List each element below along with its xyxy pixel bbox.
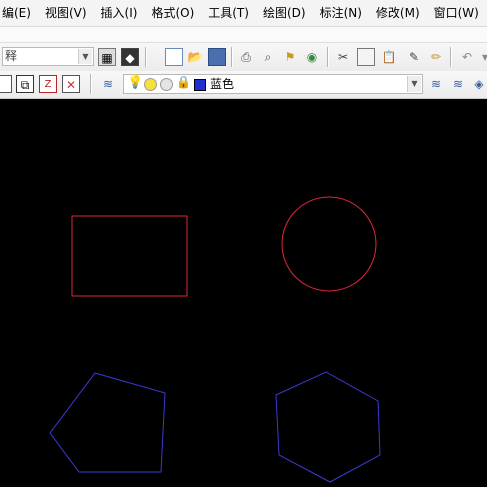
- menu-item[interactable]: 格式(O): [144, 0, 201, 26]
- menu-item[interactable]: 窗口(W): [427, 0, 486, 26]
- lock-icon[interactable]: 🔒: [176, 75, 191, 89]
- layer-translator-icon[interactable]: ◈: [470, 75, 487, 93]
- circle-shape[interactable]: [281, 196, 377, 292]
- menu-item[interactable]: 插入(I): [94, 0, 145, 26]
- color-swatch: [194, 79, 206, 91]
- menu-item[interactable]: 绘图(D): [256, 0, 313, 26]
- toolbar-separator: [145, 47, 147, 67]
- menu-item[interactable]: 工具(T): [201, 0, 256, 26]
- undo-icon[interactable]: ↶: [458, 48, 476, 66]
- pentagon-shape[interactable]: [49, 372, 166, 473]
- layer-previous-icon[interactable]: ≋: [449, 75, 467, 93]
- layer-combo[interactable]: 💡 🔒 蓝色 ▼: [123, 74, 423, 94]
- print-icon[interactable]: ⎙: [237, 48, 255, 66]
- block-editor-icon[interactable]: ✏: [427, 48, 445, 66]
- text-style-combo-value: 释: [5, 49, 18, 63]
- chevron-down-icon[interactable]: ▼: [78, 49, 92, 64]
- print-preview-icon[interactable]: ⌕: [259, 48, 277, 66]
- open-folder-icon[interactable]: 📂: [186, 48, 204, 66]
- web-publish-icon[interactable]: ◉: [303, 48, 321, 66]
- chevron-down-icon[interactable]: ▼: [407, 76, 421, 92]
- cut-icon[interactable]: ✂: [334, 48, 352, 66]
- toolbar-separator: [327, 47, 329, 67]
- toolbar-separator: [90, 74, 92, 94]
- match-properties-icon[interactable]: ✎: [405, 48, 423, 66]
- menu-item[interactable]: 视图(V): [38, 0, 94, 26]
- new-file-icon[interactable]: [165, 48, 183, 66]
- viewport-freeze-icon[interactable]: [160, 78, 173, 91]
- list-icon[interactable]: [0, 75, 12, 93]
- menu-item[interactable]: 编(E): [0, 0, 38, 26]
- layer-manager-icon[interactable]: ≋: [99, 75, 117, 93]
- properties-icon[interactable]: ▦: [98, 48, 116, 66]
- layer-isolate-icon[interactable]: Z: [39, 75, 57, 93]
- standard-toolbar: 释 ▼ ▦ ◆ 📂 ⎙ ⌕ ⚑ ◉ ✂ 📋 ✎ ✏ ↶ ▾: [0, 42, 487, 72]
- drawing-canvas[interactable]: [0, 99, 487, 487]
- drawing-svg: [49, 196, 381, 483]
- lightbulb-icon[interactable]: 💡: [127, 75, 143, 90]
- toolbar-spacer: [0, 27, 487, 42]
- save-icon[interactable]: [208, 48, 226, 66]
- menu-item[interactable]: 标注(N): [313, 0, 369, 26]
- sun-icon[interactable]: [144, 78, 157, 91]
- layer-name: 蓝色: [210, 77, 235, 91]
- menu-bar: 编(E) 视图(V) 插入(I) 格式(O) 工具(T) 绘图(D) 标注(N) 修改(M) 窗…: [0, 0, 487, 27]
- layer-delete-icon[interactable]: ✕: [62, 75, 80, 93]
- paste-icon[interactable]: 📋: [380, 48, 398, 66]
- text-style-combo[interactable]: 释 ▼: [2, 47, 94, 66]
- rectangle-shape[interactable]: [71, 215, 188, 297]
- copy-icon[interactable]: [357, 48, 375, 66]
- make-current-layer-icon[interactable]: ≋: [427, 75, 445, 93]
- render-icon[interactable]: ◆: [121, 48, 139, 66]
- toolbar-separator: [231, 47, 233, 67]
- menu-item[interactable]: 修改(M): [369, 0, 427, 26]
- toolbar-separator: [450, 47, 452, 67]
- publish-icon[interactable]: ⚑: [281, 48, 299, 66]
- layer-toolbar: ⧉ Z ✕ ≋ 💡 🔒 蓝色 ▼ ≋ ≋ ◈: [0, 71, 487, 99]
- layer-states-icon[interactable]: ⧉: [16, 75, 34, 93]
- hexagon-shape[interactable]: [275, 371, 381, 483]
- chevron-down-icon[interactable]: ▾: [476, 48, 487, 66]
